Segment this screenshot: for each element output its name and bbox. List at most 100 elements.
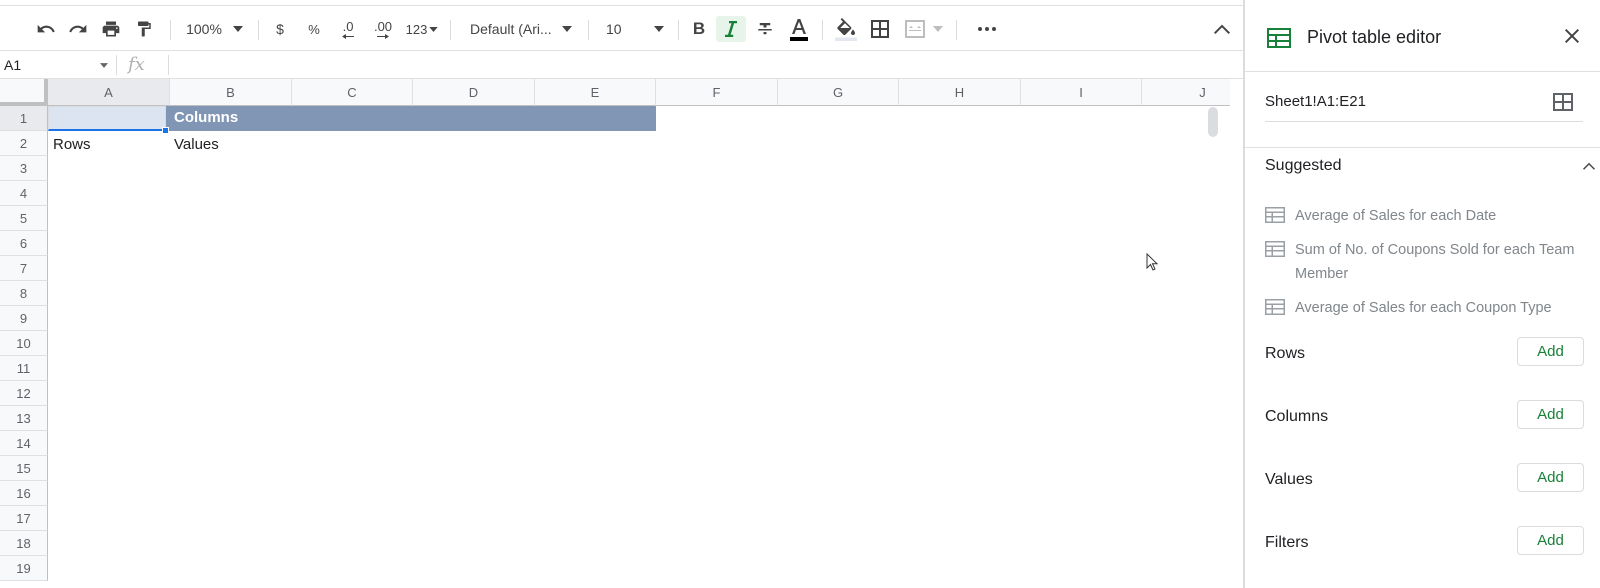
row-header-10[interactable]: 10 (0, 331, 48, 356)
column-header-h[interactable]: H (899, 79, 1021, 106)
column-header-d[interactable]: D (413, 79, 535, 106)
fx-icon: fx (128, 54, 145, 75)
data-range[interactable]: Sheet1!A1:E21 (1265, 93, 1366, 110)
row-header-11[interactable]: 11 (0, 356, 48, 381)
text-color-icon (790, 19, 808, 41)
row-header-19[interactable]: 19 (0, 556, 48, 581)
add-values-button[interactable]: Add (1517, 463, 1584, 492)
row-header-17[interactable]: 17 (0, 506, 48, 531)
close-icon[interactable] (1565, 29, 1579, 43)
grid-select-icon[interactable] (1553, 93, 1573, 111)
row-header-9[interactable]: 9 (0, 306, 48, 331)
column-header-j[interactable]: J (1142, 79, 1230, 106)
row-header-16[interactable]: 16 (0, 481, 48, 506)
zoom-dropdown[interactable] (230, 16, 246, 42)
formula-bar: A1 fx (0, 50, 1244, 79)
strikethrough-icon (758, 23, 772, 35)
borders-button[interactable] (866, 16, 894, 42)
vertical-scrollbar[interactable] (1208, 107, 1218, 137)
zoom-select[interactable]: 100% (180, 16, 228, 42)
mouse-pointer-icon (1146, 253, 1158, 271)
column-header-g[interactable]: G (778, 79, 899, 106)
paint-bucket-icon (835, 18, 857, 41)
column-header-c[interactable]: C (292, 79, 413, 106)
rows-label: Rows (1265, 345, 1306, 362)
spreadsheet-area: 100% $ % .0 .00 123 Default (Ari... 10 B… (0, 0, 1244, 588)
row-header-18[interactable]: 18 (0, 531, 48, 556)
caret-down-icon[interactable] (100, 63, 108, 68)
merge-cells-icon (905, 20, 925, 38)
add-rows-button[interactable]: Add (1517, 337, 1584, 366)
collapse-toolbar-button[interactable] (1208, 16, 1236, 42)
row-header-7[interactable]: 7 (0, 256, 48, 281)
strikethrough-button[interactable] (752, 16, 778, 42)
column-header-f[interactable]: F (656, 79, 778, 106)
redo-button[interactable] (64, 16, 92, 42)
print-icon (102, 21, 120, 37)
paint-format-button[interactable] (130, 16, 158, 42)
cells-area[interactable]: Columns Rows Values (48, 106, 1230, 588)
toolbar: 100% $ % .0 .00 123 Default (Ari... 10 B (0, 5, 1244, 49)
fill-handle[interactable] (162, 127, 169, 134)
cell-grid: A B C D E F G H I J 1 2 3 4 5 6 7 8 9 10… (0, 79, 1230, 588)
caret-down-icon (429, 26, 439, 32)
merge-cells-button[interactable] (900, 16, 948, 42)
row-header-5[interactable]: 5 (0, 206, 48, 231)
bold-label: B (692, 19, 706, 38)
suggested-heading: Suggested (1265, 157, 1342, 174)
columns-label: Columns (1265, 408, 1329, 425)
undo-icon (37, 24, 55, 33)
undo-button[interactable] (32, 16, 60, 42)
formula-input[interactable] (172, 51, 1232, 79)
cell-b2[interactable]: Values (174, 136, 219, 153)
suggestion-item[interactable]: Sum of No. of Coupons Sold for each Team… (1265, 238, 1595, 286)
decrease-decimal-button[interactable]: .0 (334, 16, 362, 42)
caret-down-icon (653, 26, 664, 32)
percent-format-button[interactable]: % (302, 16, 326, 42)
row-header-6[interactable]: 6 (0, 231, 48, 256)
row-header-13[interactable]: 13 (0, 406, 48, 431)
column-header-b[interactable]: B (170, 79, 292, 106)
column-header-a[interactable]: A (48, 79, 170, 106)
cell-a2[interactable]: Rows (53, 136, 91, 153)
table-icon (1265, 299, 1285, 315)
decrease-decimal-label: .0 (342, 18, 354, 34)
cell-b1[interactable]: Columns (174, 109, 238, 126)
add-filters-button[interactable]: Add (1517, 526, 1584, 555)
font-size-select[interactable]: 10 (598, 16, 670, 42)
currency-format-button[interactable]: $ (268, 16, 292, 42)
fill-color-button[interactable] (832, 16, 860, 42)
column-header-i[interactable]: I (1021, 79, 1142, 106)
print-button[interactable] (97, 16, 125, 42)
row-header-14[interactable]: 14 (0, 431, 48, 456)
zoom-value: 100% (186, 21, 222, 37)
add-columns-button[interactable]: Add (1517, 400, 1584, 429)
font-family-select[interactable]: Default (Ari... (460, 16, 580, 42)
selected-cell-a1[interactable] (48, 106, 166, 131)
bold-button[interactable]: B (686, 16, 712, 42)
pivot-table-icon (1267, 28, 1291, 48)
select-all-corner[interactable] (0, 79, 48, 106)
row-header-1[interactable]: 1 (0, 106, 48, 131)
number-format-label: 123 (405, 21, 428, 37)
text-color-button[interactable] (784, 16, 814, 42)
row-header-15[interactable]: 15 (0, 456, 48, 481)
row-header-12[interactable]: 12 (0, 381, 48, 406)
suggestion-item[interactable]: Average of Sales for each Date (1265, 204, 1595, 228)
more-options-button[interactable] (972, 16, 1002, 42)
row-header-3[interactable]: 3 (0, 156, 48, 181)
row-header-2[interactable]: 2 (0, 131, 48, 156)
number-format-button[interactable]: 123 (402, 16, 442, 42)
row-header-4[interactable]: 4 (0, 181, 48, 206)
caret-down-icon (233, 26, 243, 32)
row-header-8[interactable]: 8 (0, 281, 48, 306)
increase-decimal-button[interactable]: .00 (368, 16, 398, 42)
suggestion-item[interactable]: Average of Sales for each Coupon Type (1265, 296, 1595, 320)
chevron-up-icon (1214, 24, 1230, 34)
chevron-up-icon[interactable] (1583, 162, 1595, 170)
name-box[interactable]: A1 (0, 51, 114, 79)
suggestion-text: Average of Sales for each Coupon Type (1295, 300, 1552, 316)
panel-header: Pivot table editor (1245, 0, 1600, 72)
column-header-e[interactable]: E (535, 79, 656, 106)
italic-button[interactable] (716, 16, 746, 42)
